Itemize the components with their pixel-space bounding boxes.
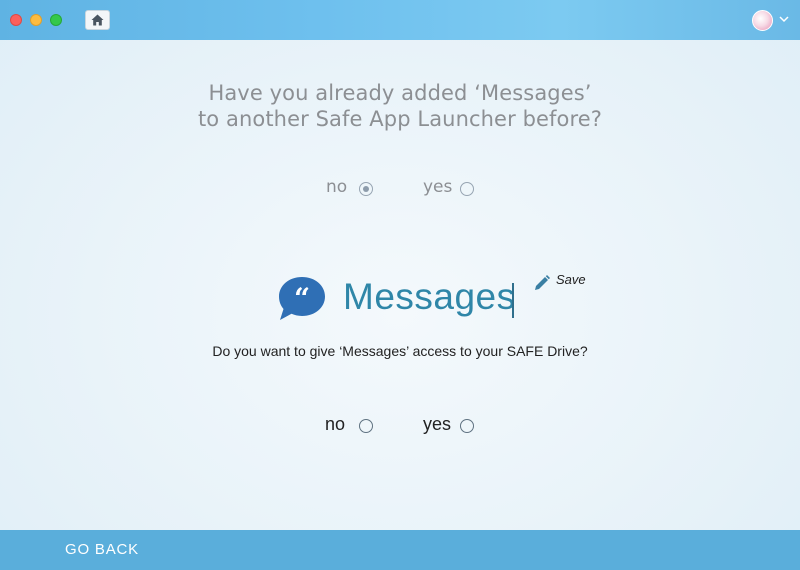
question-line-1: Have you already added ‘Messages’ [208,81,592,105]
go-back-button[interactable]: GO BACK [65,541,139,558]
save-button[interactable]: Save [556,272,586,287]
chevron-down-icon[interactable] [779,15,789,23]
q2-yes-label[interactable]: yes [423,414,451,435]
q2-no-radio[interactable] [359,419,373,433]
question-already-added: Have you already added ‘Messages’ to ano… [0,80,800,132]
svg-text:“: “ [294,282,310,315]
minimize-window-button[interactable] [30,14,42,26]
q1-no-radio[interactable] [359,182,373,196]
q2-no-label[interactable]: no [325,414,345,435]
close-window-button[interactable] [10,14,22,26]
q2-yes-radio[interactable] [460,419,474,433]
q1-yes-radio[interactable] [460,182,474,196]
app-name-input[interactable]: Messages [343,276,516,318]
pencil-icon[interactable] [533,274,551,292]
maximize-window-button[interactable] [50,14,62,26]
home-button[interactable] [85,10,110,30]
quote-bubble-icon: “ [279,277,325,320]
footer-bar: GO BACK [0,530,800,570]
title-bar [0,0,800,40]
question-line-2: to another Safe App Launcher before? [197,107,603,131]
user-avatar[interactable] [752,10,773,31]
q1-yes-label[interactable]: yes [423,177,452,197]
home-icon [91,14,104,26]
q1-no-label[interactable]: no [326,177,347,197]
text-caret [512,283,514,318]
question-drive-access: Do you want to give ‘Messages’ access to… [212,343,588,359]
